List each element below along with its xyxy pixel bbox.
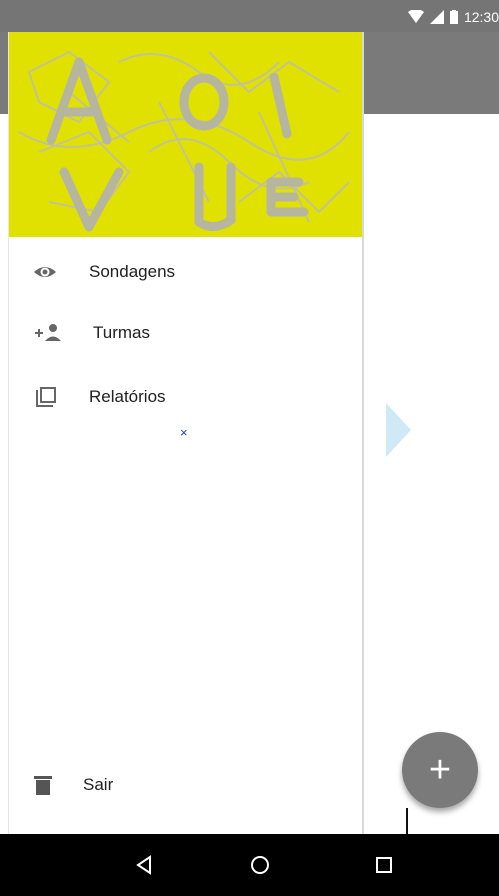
system-nav-bar (0, 834, 499, 896)
next-arrow-icon[interactable] (386, 403, 411, 457)
signal-icon (429, 10, 444, 24)
navigation-drawer: Sondagens Turmas Relatórios × Sair (8, 32, 364, 834)
wifi-icon (407, 10, 424, 23)
recents-button[interactable] (354, 834, 414, 896)
menu-item-turmas[interactable]: Turmas (33, 321, 150, 345)
add-button[interactable]: + (402, 732, 478, 808)
menu-item-sondagens[interactable]: Sondagens (33, 260, 175, 284)
back-button[interactable] (114, 834, 174, 896)
back-icon (136, 855, 151, 875)
drawer-header (9, 32, 362, 237)
app-logo (18, 50, 350, 232)
menu-item-label: Relatórios (89, 387, 166, 406)
menu-item-relatorios[interactable]: Relatórios (33, 385, 166, 409)
status-bar: 12:30 (0, 0, 499, 32)
close-mark[interactable]: × (180, 425, 188, 440)
person-add-icon (33, 321, 69, 345)
plus-icon: + (428, 748, 452, 791)
status-time: 12:30 (463, 9, 499, 25)
menu-item-label: Sondagens (89, 262, 176, 281)
home-icon (251, 856, 269, 874)
menu-item-label: Turmas (93, 323, 150, 342)
trash-icon (33, 773, 69, 797)
battery-icon (449, 10, 458, 24)
home-button[interactable] (230, 834, 290, 896)
eye-icon (33, 260, 69, 284)
recents-icon (376, 857, 392, 873)
library-icon (33, 385, 69, 409)
divider-line (406, 808, 408, 834)
menu-item-sair[interactable]: Sair (33, 773, 113, 797)
status-icons: 12:30 (407, 8, 499, 26)
menu-item-label: Sair (83, 775, 114, 794)
